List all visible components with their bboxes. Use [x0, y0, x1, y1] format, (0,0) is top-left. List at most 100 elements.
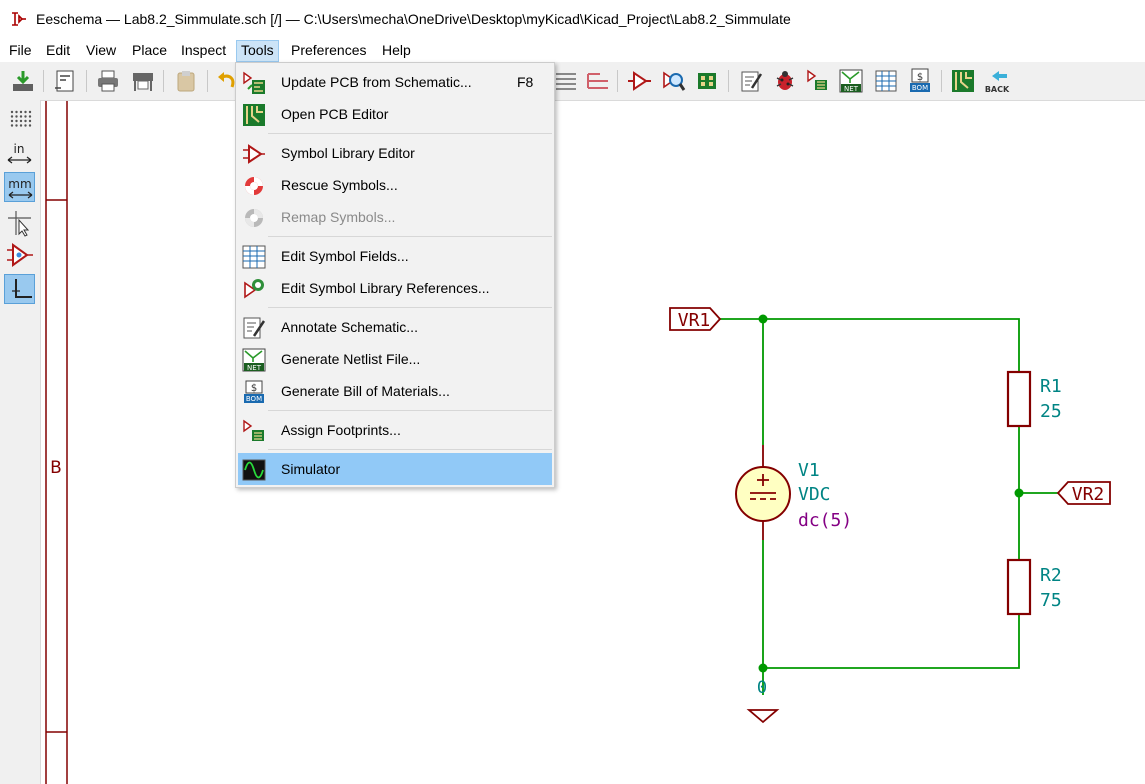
- hidden-pins-icon[interactable]: [4, 240, 35, 270]
- global-label-vr2[interactable]: VR2: [1056, 481, 1111, 505]
- menu-preferences[interactable]: Preferences: [287, 40, 370, 60]
- menu-item-label: Generate Bill of Materials...: [281, 383, 450, 399]
- erc-icon[interactable]: [772, 68, 798, 94]
- netlist-icon[interactable]: NET: [838, 68, 864, 94]
- library-references-icon: [242, 277, 266, 301]
- mm-units-icon[interactable]: mm: [4, 172, 35, 202]
- r1-value: 25: [1040, 401, 1062, 422]
- menu-item-remap-symbols[interactable]: Remap Symbols...: [238, 201, 552, 233]
- svg-text:$: $: [917, 72, 923, 83]
- v1-value: VDC: [798, 484, 831, 505]
- menu-view[interactable]: View: [82, 40, 120, 60]
- menu-item-generate-bom[interactable]: $ BOM Generate Bill of Materials...: [238, 375, 552, 407]
- symbol-library-editor-icon: [242, 142, 266, 166]
- menu-item-label: Simulator: [281, 461, 341, 477]
- paste-icon[interactable]: [173, 68, 199, 94]
- toolbar-separator: [941, 70, 942, 92]
- menu-item-label: Open PCB Editor: [281, 106, 389, 122]
- symbol-editor-icon[interactable]: [626, 68, 652, 94]
- bom-icon: $ BOM: [242, 380, 266, 404]
- schematic-canvas[interactable]: B VR1 VR2 V1 VDC dc(5) R1 25 R2 75 0: [41, 101, 1145, 784]
- eeschema-app-icon: [10, 10, 28, 28]
- print-icon[interactable]: [95, 68, 121, 94]
- menu-help[interactable]: Help: [378, 40, 415, 60]
- v1-reference: V1: [798, 460, 820, 481]
- toolbar-separator: [163, 70, 164, 92]
- menu-item-label: Update PCB from Schematic...: [281, 74, 472, 90]
- menu-item-rescue-symbols[interactable]: Rescue Symbols...: [238, 169, 552, 201]
- symbol-browser-icon[interactable]: [660, 68, 686, 94]
- junction-dot: [1014, 488, 1024, 498]
- ground-symbol[interactable]: [746, 709, 780, 724]
- menu-inspect[interactable]: Inspect: [177, 40, 230, 60]
- pcb-editor-icon: [242, 103, 266, 127]
- global-label-vr1[interactable]: VR1: [669, 307, 722, 331]
- menu-item-assign-footprints[interactable]: Assign Footprints...: [238, 414, 552, 446]
- rescue-icon: [242, 174, 266, 198]
- ground-net-label: 0: [757, 678, 767, 698]
- toolbar-separator: [43, 70, 44, 92]
- menu-item-label: Edit Symbol Fields...: [281, 248, 409, 264]
- menu-item-generate-netlist[interactable]: NET Generate Netlist File...: [238, 343, 552, 375]
- pcbnew-icon[interactable]: [950, 68, 976, 94]
- menu-item-symbol-library-editor[interactable]: Symbol Library Editor: [238, 137, 552, 169]
- menu-separator: [268, 133, 552, 134]
- sheet-border-label: B: [50, 458, 62, 478]
- menu-place[interactable]: Place: [128, 40, 171, 60]
- window-title: Eeschema — Lab8.2_Simmulate.sch [/] — C:…: [36, 11, 791, 27]
- edit-fields-icon[interactable]: [873, 68, 899, 94]
- annotate-icon: [242, 316, 266, 340]
- menu-item-label: Annotate Schematic...: [281, 319, 418, 335]
- menu-item-annotate-schematic[interactable]: Annotate Schematic...: [238, 311, 552, 343]
- netlist-icon: NET: [242, 348, 266, 372]
- leave-sheet-icon[interactable]: [585, 68, 611, 94]
- menu-separator: [268, 307, 552, 308]
- menu-item-label: Edit Symbol Library References...: [281, 280, 490, 296]
- r2-reference: R2: [1040, 565, 1062, 586]
- menu-item-update-pcb[interactable]: Update PCB from Schematic... F8: [238, 66, 552, 98]
- resistor-r2[interactable]: [1006, 558, 1032, 616]
- inch-units-icon[interactable]: in: [4, 138, 35, 168]
- cursor-icon[interactable]: [4, 208, 35, 238]
- assign-footprints-icon[interactable]: [804, 68, 830, 94]
- voltage-source-v1[interactable]: [735, 445, 791, 540]
- save-icon[interactable]: [10, 68, 36, 94]
- netlist-icon-label: NET: [247, 364, 262, 372]
- tools-menu: Update PCB from Schematic... F8 Open PCB…: [235, 62, 555, 488]
- menu-item-edit-symbol-fields[interactable]: Edit Symbol Fields...: [238, 240, 552, 272]
- line-mode-icon[interactable]: [4, 274, 35, 304]
- toolbar-separator: [728, 70, 729, 92]
- menu-item-shortcut: F8: [517, 74, 534, 90]
- back-annotate-icon[interactable]: BACK: [984, 68, 1010, 94]
- bom-icon[interactable]: $ BOM: [907, 68, 933, 94]
- plot-icon[interactable]: [130, 68, 156, 94]
- sheet-border: [45, 101, 68, 784]
- junction-dot: [758, 314, 768, 324]
- left-toolbar: in mm: [0, 100, 41, 784]
- symbol-fields-icon: [242, 245, 266, 269]
- simulator-icon: [242, 458, 266, 482]
- grid-icon[interactable]: [4, 104, 35, 134]
- toolbar-separator: [86, 70, 87, 92]
- menu-item-edit-library-references[interactable]: Edit Symbol Library References...: [238, 272, 552, 304]
- menu-edit[interactable]: Edit: [42, 40, 74, 60]
- toolbar-separator: [207, 70, 208, 92]
- resistor-r1[interactable]: [1006, 370, 1032, 428]
- menu-item-label: Generate Netlist File...: [281, 351, 421, 367]
- annotate-icon[interactable]: [738, 68, 764, 94]
- menu-separator: [268, 410, 552, 411]
- menu-item-label: Assign Footprints...: [281, 422, 401, 438]
- page-settings-icon[interactable]: [52, 68, 78, 94]
- hierarchy-icon[interactable]: [553, 68, 579, 94]
- menu-item-open-pcb-editor[interactable]: Open PCB Editor: [238, 98, 552, 130]
- menu-tools[interactable]: Tools: [236, 40, 279, 62]
- menu-bar: File Edit View Place Inspect Tools Prefe…: [0, 38, 1145, 62]
- menu-item-simulator[interactable]: Simulator: [238, 453, 552, 485]
- v1-spice-model: dc(5): [798, 510, 852, 531]
- menu-file[interactable]: File: [5, 40, 36, 60]
- bom-icon-label: BOM: [912, 84, 928, 92]
- inch-units-label: in: [14, 142, 25, 156]
- mm-units-label: mm: [8, 177, 31, 191]
- assign-footprints-icon: [242, 419, 266, 443]
- footprint-icon[interactable]: [694, 68, 720, 94]
